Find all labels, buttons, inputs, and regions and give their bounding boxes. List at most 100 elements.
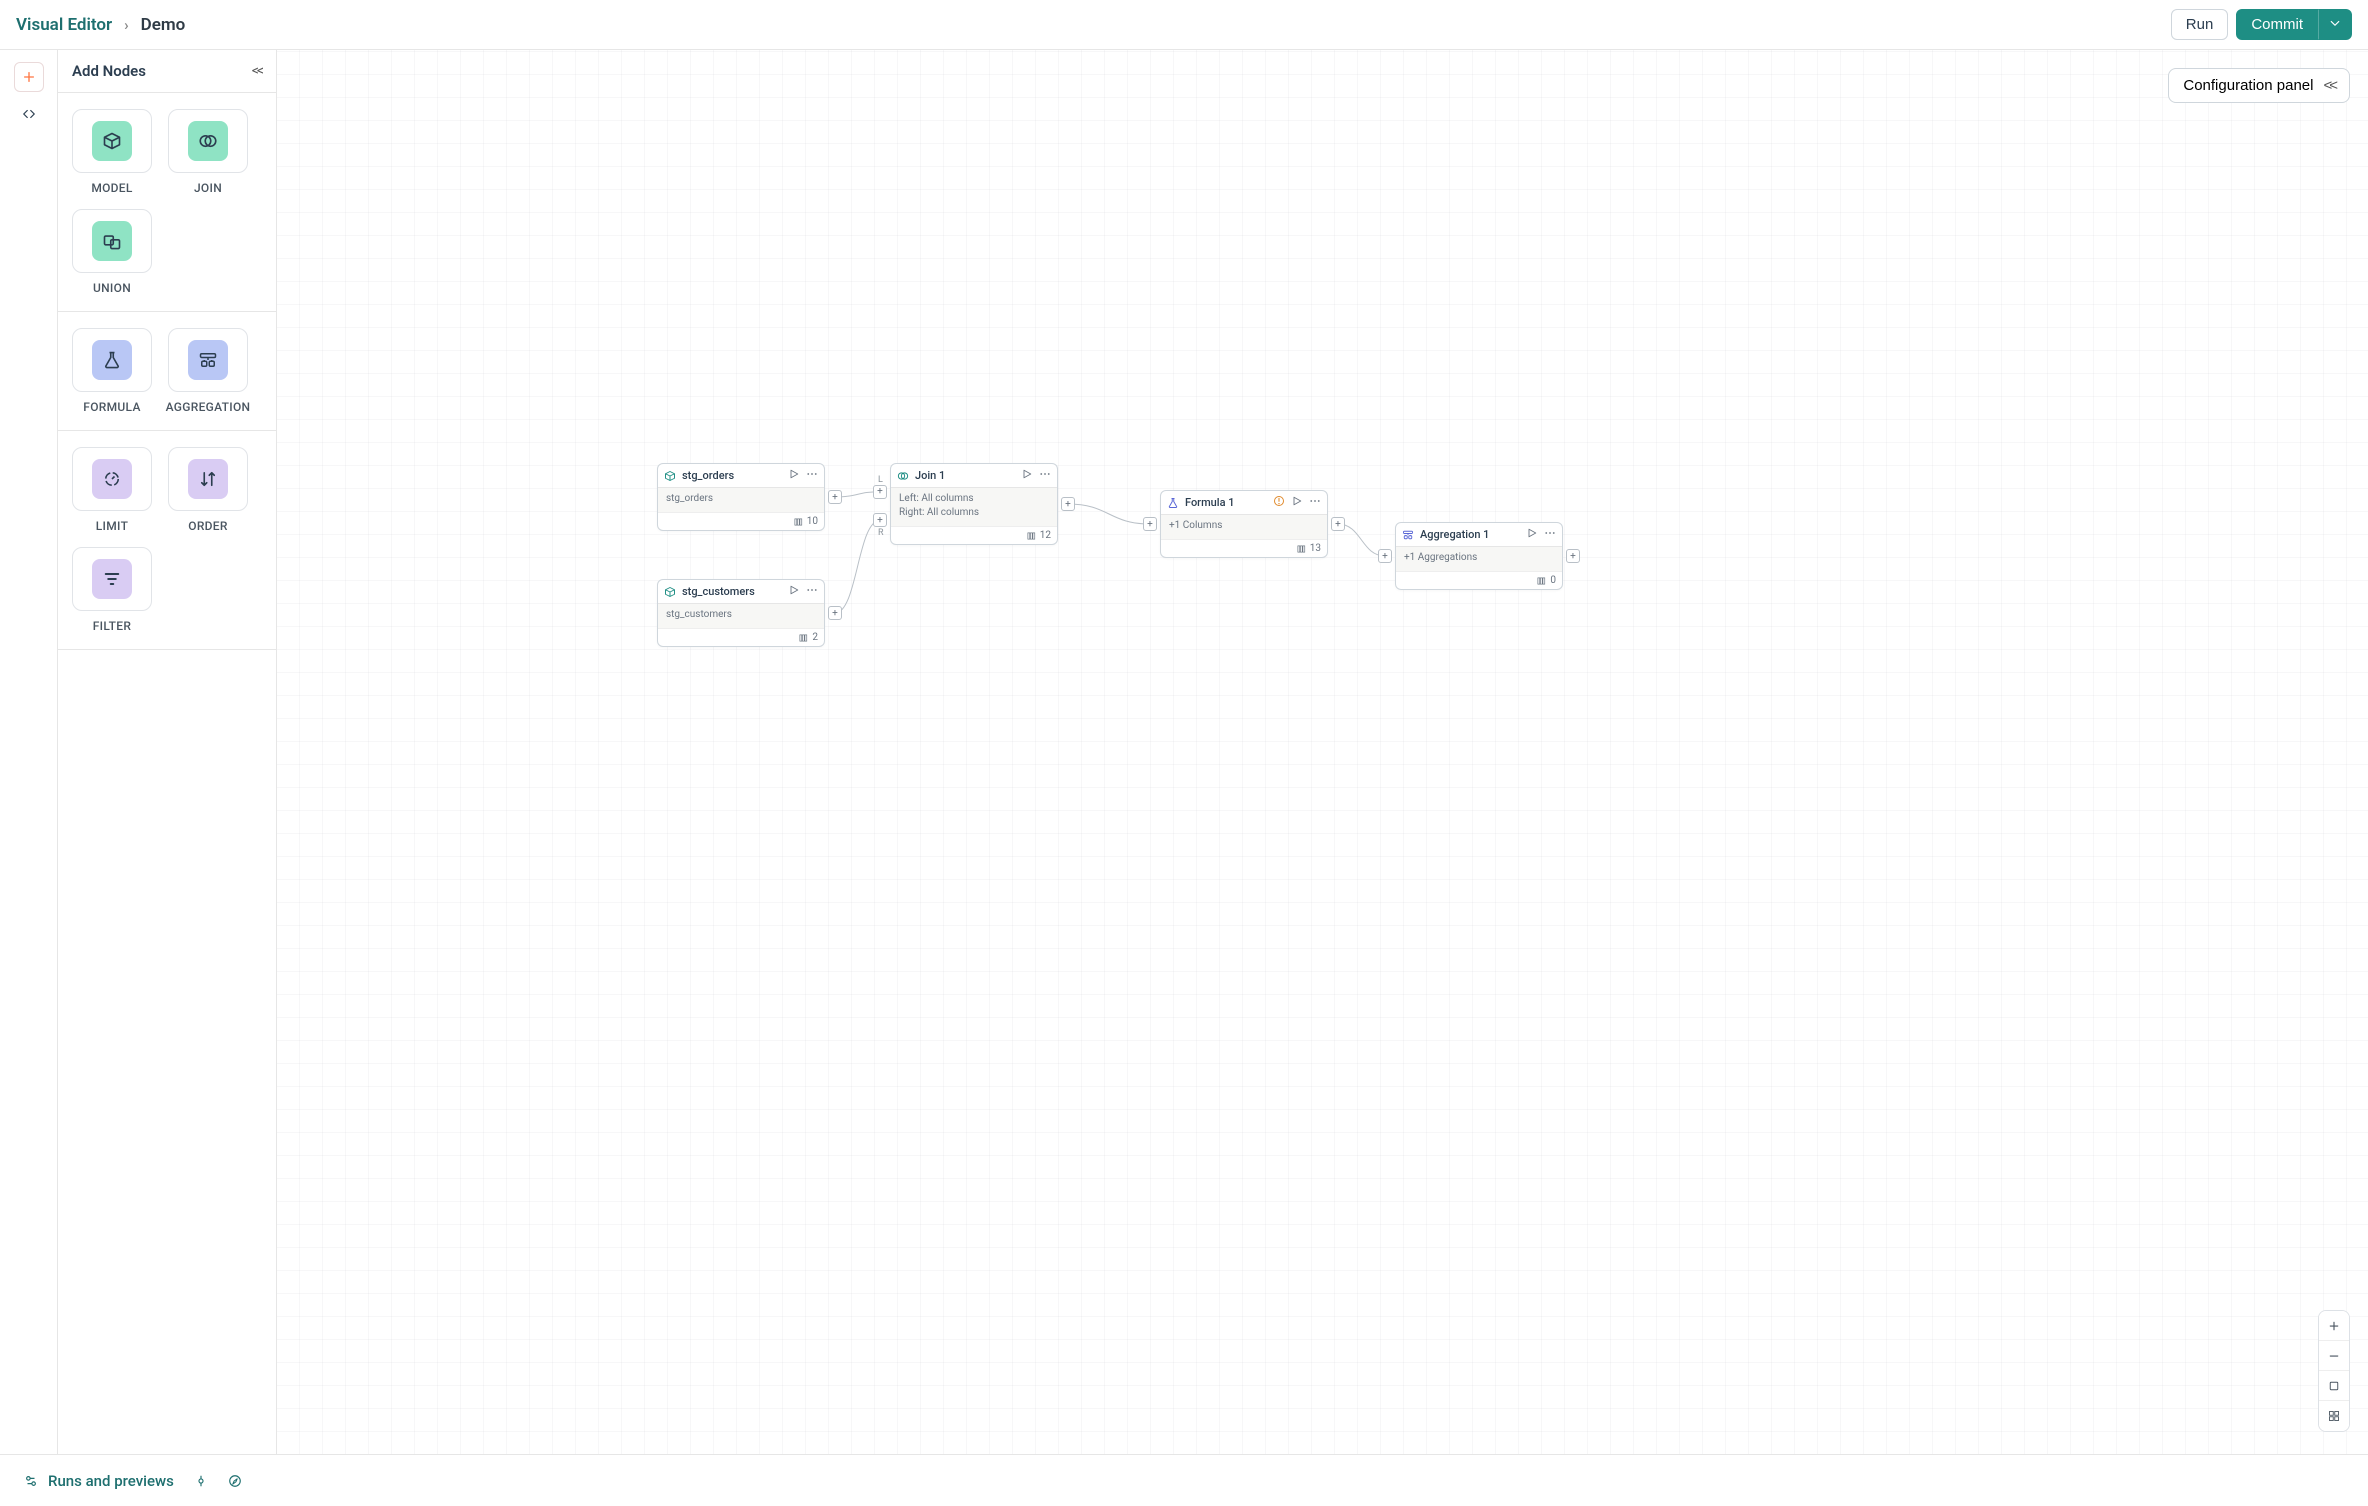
compass-icon[interactable] xyxy=(228,1474,242,1488)
node-palette-label: JOIN xyxy=(194,181,222,195)
node-footer: 12 xyxy=(891,526,1057,544)
node-run-button[interactable] xyxy=(788,584,800,599)
node-palette-label: FORMULA xyxy=(83,400,140,414)
dots-icon xyxy=(1309,495,1321,507)
dots-icon xyxy=(1039,468,1051,480)
canvas-node-stg_orders[interactable]: stg_orders stg_orders 10 xyxy=(657,463,825,531)
node-column-count: 12 xyxy=(1040,530,1051,541)
cube-icon xyxy=(102,131,122,151)
node-menu-button[interactable] xyxy=(806,468,818,483)
node-title: stg_customers xyxy=(682,585,782,598)
columns-icon xyxy=(1536,576,1546,586)
canvas-node-agg1[interactable]: Aggregation 1 +1 Aggregations 0 xyxy=(1395,522,1563,590)
node-body: stg_orders xyxy=(658,488,824,512)
node-title: Join 1 xyxy=(915,469,1015,482)
aggregation-icon xyxy=(1402,529,1414,541)
sidebar-groups: MODEL JOIN UNION xyxy=(58,93,276,650)
node-body: +1 Columns xyxy=(1161,515,1327,539)
columns-icon xyxy=(798,633,808,643)
port[interactable] xyxy=(828,490,842,504)
play-icon xyxy=(788,584,800,596)
node-palette-label: ORDER xyxy=(188,519,228,533)
model-icon xyxy=(664,586,676,598)
agg-icon xyxy=(198,350,218,370)
node-palette-limit[interactable]: LIMIT xyxy=(72,447,152,533)
edge-layer xyxy=(277,50,2368,1454)
node-palette-formula[interactable]: FORMULA xyxy=(72,328,152,414)
union-icon xyxy=(102,231,122,251)
runs-and-previews-button[interactable]: Runs and previews xyxy=(24,1472,174,1490)
runs-icon xyxy=(24,1474,38,1488)
node-palette-model[interactable]: MODEL xyxy=(72,109,152,195)
node-footer: 10 xyxy=(658,512,824,530)
join-icon xyxy=(897,470,909,482)
play-icon xyxy=(1526,527,1538,539)
canvas-node-stg_customers[interactable]: stg_customers stg_customers 2 xyxy=(657,579,825,647)
node-palette-label: MODEL xyxy=(91,181,132,195)
node-body: +1 Aggregations xyxy=(1396,547,1562,571)
commit-dropdown-button[interactable] xyxy=(2318,9,2352,40)
port[interactable] xyxy=(1061,497,1075,511)
code-icon xyxy=(22,107,36,121)
port[interactable] xyxy=(1566,549,1580,563)
port[interactable] xyxy=(1378,549,1392,563)
chevron-down-icon xyxy=(2329,17,2341,29)
node-column-count: 2 xyxy=(812,632,818,643)
commit-graph-icon[interactable] xyxy=(194,1474,208,1488)
dots-icon xyxy=(1544,527,1556,539)
port[interactable] xyxy=(873,485,887,499)
node-run-button[interactable] xyxy=(1526,527,1538,542)
flask-icon xyxy=(102,350,122,370)
node-menu-button[interactable] xyxy=(1309,495,1321,510)
play-icon xyxy=(1021,468,1033,480)
port[interactable] xyxy=(1143,517,1157,531)
canvas-node-join1[interactable]: Join 1 Left: All columnsRight: All colum… xyxy=(890,463,1058,545)
canvas-node-formula1[interactable]: Formula 1 +1 Columns 13 xyxy=(1160,490,1328,558)
config-panel-label: Configuration panel xyxy=(2183,77,2313,94)
zoom-out-button[interactable] xyxy=(2319,1341,2349,1371)
node-menu-button[interactable] xyxy=(1039,468,1051,483)
node-footer: 13 xyxy=(1161,539,1327,557)
dots-icon xyxy=(806,468,818,480)
run-button[interactable]: Run xyxy=(2171,9,2229,40)
rail-code-button[interactable] xyxy=(22,106,36,125)
columns-icon xyxy=(793,517,803,527)
port[interactable] xyxy=(873,513,887,527)
commit-button[interactable]: Commit xyxy=(2236,9,2318,40)
breadcrumb-root[interactable]: Visual Editor xyxy=(16,15,112,35)
node-palette-union[interactable]: UNION xyxy=(72,209,152,295)
zoom-fit-button[interactable] xyxy=(2319,1371,2349,1401)
node-palette-join[interactable]: JOIN xyxy=(168,109,248,195)
left-rail xyxy=(0,50,57,1454)
port-label: R xyxy=(878,528,884,538)
node-column-count: 10 xyxy=(807,516,818,527)
node-palette-label: AGGREGATION xyxy=(166,400,251,414)
node-menu-button[interactable] xyxy=(1544,527,1556,542)
model-icon xyxy=(664,470,676,482)
header: Visual Editor › Demo Run Commit xyxy=(0,0,2368,50)
sidebar-collapse-button[interactable]: << xyxy=(252,63,262,79)
node-footer: 0 xyxy=(1396,571,1562,589)
node-body: Left: All columnsRight: All columns xyxy=(891,488,1057,526)
sidebar-title: Add Nodes xyxy=(72,62,146,80)
node-palette-aggregation[interactable]: AGGREGATION xyxy=(168,328,248,414)
node-palette-order[interactable]: ORDER xyxy=(168,447,248,533)
formula-icon xyxy=(1167,497,1179,509)
rail-add-button[interactable] xyxy=(14,62,44,92)
zoom-in-button[interactable] xyxy=(2319,1311,2349,1341)
commit-button-group: Commit xyxy=(2236,9,2352,40)
zoom-grid-button[interactable] xyxy=(2319,1401,2349,1431)
canvas[interactable]: Configuration panel << stg_orders stg_or… xyxy=(277,50,2368,1454)
node-run-button[interactable] xyxy=(1021,468,1033,483)
config-panel-toggle[interactable]: Configuration panel << xyxy=(2168,68,2350,103)
port[interactable] xyxy=(1331,517,1345,531)
node-menu-button[interactable] xyxy=(806,584,818,599)
sidebar: Add Nodes << MODEL JOIN xyxy=(57,50,277,1454)
header-actions: Run Commit xyxy=(2171,9,2352,40)
zoom-controls xyxy=(2318,1310,2350,1432)
node-run-button[interactable] xyxy=(788,468,800,483)
node-run-button[interactable] xyxy=(1291,495,1303,510)
node-palette-filter[interactable]: FILTER xyxy=(72,547,152,633)
breadcrumb-leaf: Demo xyxy=(141,15,186,35)
port[interactable] xyxy=(828,606,842,620)
